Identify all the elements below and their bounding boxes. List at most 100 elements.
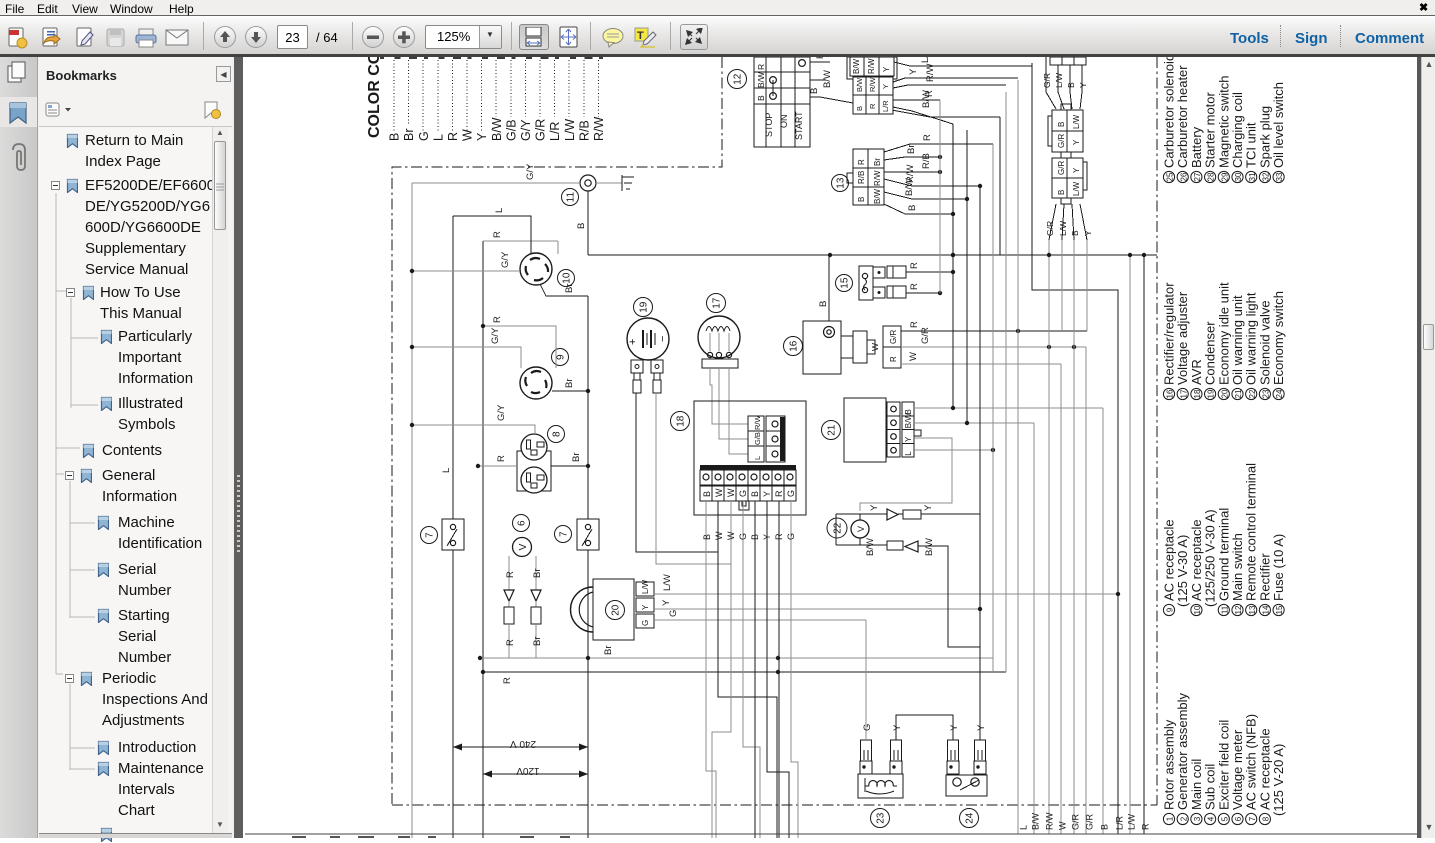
svg-text:L: L: [494, 208, 505, 213]
svg-text:10: 10: [562, 272, 573, 284]
svg-text:G/B: G/B: [753, 432, 762, 445]
svg-text:Y: Y: [762, 491, 772, 497]
svg-text:B: B: [809, 88, 820, 94]
svg-text:B/W: B/W: [904, 178, 915, 196]
svg-text:3: 3: [1193, 816, 1202, 821]
svg-text:B/W: B/W: [865, 538, 876, 556]
svg-text:L: L: [904, 451, 913, 456]
svg-text:B: B: [702, 491, 712, 497]
svg-text:Br: Br: [564, 284, 575, 294]
svg-text:R: R: [868, 103, 877, 109]
svg-text:G/R: G/R: [1085, 813, 1095, 830]
svg-text:Y: Y: [881, 84, 890, 89]
svg-text:B: B: [1057, 122, 1066, 127]
svg-text:T: T: [637, 30, 644, 42]
svg-text:G: G: [417, 131, 431, 141]
svg-text:R: R: [496, 455, 507, 462]
svg-text:R/W: R/W: [925, 64, 936, 83]
svg-text:Br: Br: [603, 646, 614, 656]
svg-text:R: R: [909, 262, 920, 269]
svg-text:8: 8: [1262, 816, 1271, 821]
svg-text:15: 15: [840, 277, 851, 289]
svg-text:16: 16: [1166, 389, 1175, 398]
svg-text:R: R: [505, 639, 516, 646]
svg-text:Br: Br: [402, 129, 416, 142]
svg-text:Y: Y: [869, 504, 880, 511]
svg-text:19: 19: [1207, 389, 1216, 398]
svg-text:28: 28: [1207, 172, 1216, 181]
svg-text:4: 4: [1207, 816, 1216, 821]
svg-text:L/W: L/W: [563, 119, 577, 141]
svg-text:G/R: G/R: [1045, 221, 1055, 236]
svg-text:B/W: B/W: [1031, 812, 1041, 830]
svg-text:1: 1: [1166, 816, 1175, 821]
svg-text:R/W: R/W: [867, 58, 876, 74]
svg-text:B: B: [855, 106, 864, 111]
svg-text:R/W: R/W: [1045, 812, 1055, 830]
svg-text:W: W: [1058, 821, 1068, 830]
svg-text:B/W: B/W: [490, 117, 504, 141]
svg-text:15: 15: [1275, 605, 1284, 614]
svg-text:5: 5: [1220, 816, 1229, 821]
svg-text:19: 19: [639, 301, 650, 313]
svg-text:L/W: L/W: [1127, 813, 1137, 830]
svg-text:22: 22: [833, 522, 844, 534]
svg-text:12: 12: [1234, 605, 1243, 614]
svg-text:R: R: [815, 57, 826, 59]
svg-text:B: B: [756, 95, 766, 101]
svg-text:20: 20: [1220, 389, 1229, 398]
svg-text:Y: Y: [762, 534, 772, 540]
svg-text:L: L: [431, 134, 445, 141]
svg-text:R: R: [446, 132, 460, 141]
svg-text:L/W: L/W: [1072, 114, 1081, 129]
svg-text:B/W: B/W: [873, 188, 882, 204]
svg-text:14: 14: [1262, 605, 1271, 614]
svg-text:R/B: R/B: [857, 171, 866, 184]
svg-text:STOP: STOP: [764, 113, 774, 137]
svg-text:120V: 120V: [516, 765, 540, 776]
svg-text:G/R: G/R: [889, 330, 898, 344]
svg-text:Br: Br: [532, 569, 543, 579]
svg-text:G/B: G/B: [504, 119, 518, 141]
svg-text:R/W: R/W: [868, 77, 877, 93]
svg-text:B: B: [1070, 230, 1080, 236]
svg-text:21: 21: [1234, 389, 1243, 398]
svg-text:G/R: G/R: [920, 327, 931, 344]
svg-text:W: W: [908, 352, 919, 361]
svg-text:17: 17: [712, 297, 723, 309]
svg-text:Y: Y: [923, 504, 934, 511]
svg-text:L/R: L/R: [920, 57, 931, 63]
svg-text:R: R: [909, 283, 920, 290]
svg-text:R: R: [756, 64, 766, 70]
svg-text:23: 23: [876, 812, 887, 824]
svg-text:17: 17: [1179, 389, 1188, 398]
svg-text:Y: Y: [904, 436, 913, 442]
svg-text:33: 33: [1275, 172, 1284, 181]
svg-text:B: B: [907, 205, 918, 211]
svg-text:R/W: R/W: [873, 170, 882, 186]
svg-text:COLOR CO: COLOR CO: [366, 57, 383, 138]
svg-text:START: START: [794, 111, 804, 140]
svg-text:G/Y: G/Y: [525, 163, 536, 180]
svg-text:R: R: [774, 533, 784, 540]
svg-text:9: 9: [1166, 607, 1175, 612]
svg-text:W: W: [714, 531, 724, 540]
svg-text:W: W: [726, 531, 736, 540]
svg-text:G: G: [862, 724, 873, 731]
svg-text:30: 30: [1234, 172, 1243, 181]
svg-text:16: 16: [789, 340, 800, 352]
svg-text:G/R: G/R: [534, 119, 548, 141]
svg-text:27: 27: [1193, 172, 1202, 181]
svg-text:Br: Br: [906, 145, 917, 155]
svg-text:7: 7: [559, 531, 570, 537]
svg-text:21: 21: [827, 424, 838, 436]
svg-text:G: G: [786, 490, 796, 497]
svg-text:Y: Y: [892, 724, 903, 731]
svg-text:24: 24: [965, 812, 976, 824]
svg-text:L/W: L/W: [1054, 73, 1064, 88]
svg-text:Y: Y: [661, 599, 672, 606]
svg-text:L/R: L/R: [548, 122, 562, 141]
svg-text:Oil level switch: Oil level switch: [1271, 82, 1286, 168]
svg-text:12: 12: [733, 73, 744, 85]
svg-text:L: L: [441, 468, 452, 473]
